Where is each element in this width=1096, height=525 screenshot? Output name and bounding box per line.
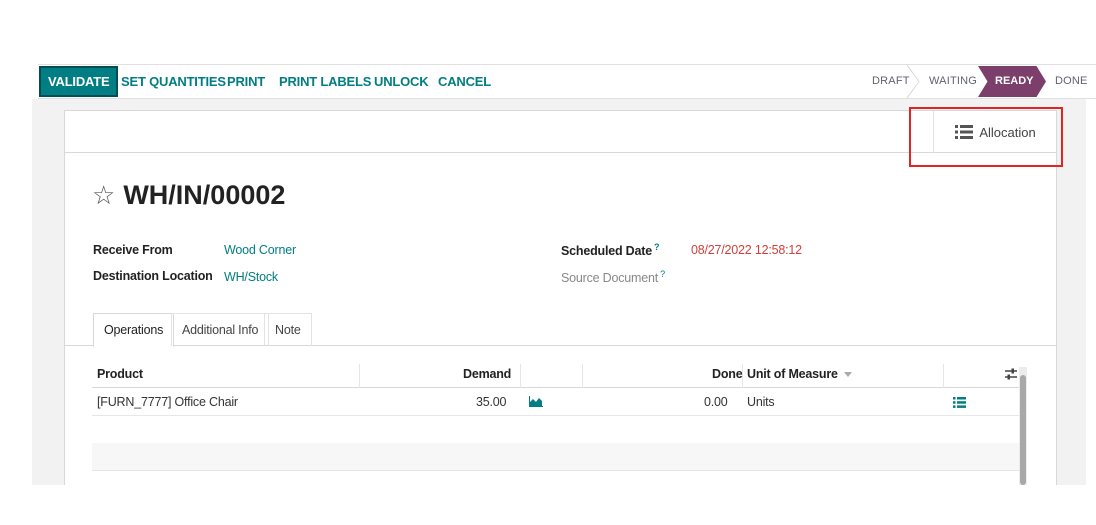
validate-button[interactable]: VALIDATE [39, 66, 119, 97]
source-document-label-text: Source Document [561, 271, 659, 286]
column-product[interactable]: Product [97, 361, 143, 388]
optional-columns-icon[interactable] [1004, 367, 1018, 381]
set-quantities-button[interactable]: SET QUANTITIES [121, 74, 226, 89]
column-uom[interactable]: Unit of Measure [747, 361, 852, 388]
highlight-box [909, 107, 1063, 167]
cell-uom: Units [747, 395, 775, 409]
star-icon[interactable]: ☆ [92, 180, 115, 211]
record-name: WH/IN/00002 [123, 180, 286, 210]
table-row-empty [92, 470, 1027, 498]
print-button[interactable]: PRINT [227, 74, 265, 89]
button-box: Allocation [65, 111, 1056, 153]
receive-from-value[interactable]: Wood Corner [224, 243, 296, 257]
destination-label: Destination Location [93, 269, 213, 283]
table-scrollbar-thumb[interactable] [1020, 375, 1026, 485]
table-row-empty [92, 416, 1027, 444]
scheduled-date-value[interactable]: 08/27/2022 12:58:12 [691, 243, 802, 257]
cell-done: 0.00 [704, 395, 728, 409]
tab-operations[interactable]: Operations [93, 313, 175, 347]
table-row-empty [92, 443, 1027, 471]
table-header: Product Demand Done Unit of Measure [92, 361, 1027, 388]
help-icon[interactable]: ? [654, 242, 660, 252]
scheduled-date-label-text: Scheduled Date [561, 244, 652, 259]
status-ready-label: READY [995, 75, 1034, 87]
forecast-chart-icon[interactable] [529, 396, 543, 407]
column-divider [582, 364, 583, 388]
column-done[interactable]: Done [712, 361, 743, 388]
column-uom-label: Unit of Measure [747, 367, 838, 381]
cell-demand: 35.00 [476, 395, 507, 409]
status-done[interactable]: DONE [1055, 65, 1088, 98]
cancel-button[interactable]: CANCEL [438, 74, 491, 89]
receive-from-label: Receive From [93, 243, 173, 257]
control-panel: VALIDATE SET QUANTITIES PRINT PRINT LABE… [38, 64, 1096, 99]
column-divider [359, 364, 360, 388]
status-separator [906, 65, 920, 98]
cell-product: [FURN_7777] Office Chair [97, 395, 238, 409]
column-divider [742, 364, 743, 388]
record-title: ☆ WH/IN/00002 [92, 180, 285, 211]
tab-note[interactable]: Note [264, 313, 312, 346]
notebook-tabs: Operations Additional Info Note [64, 313, 1057, 347]
column-demand[interactable]: Demand [463, 361, 511, 388]
scheduled-date-label: Scheduled Date? [561, 242, 660, 259]
form-view: VALIDATE SET QUANTITIES PRINT PRINT LABE… [0, 0, 1096, 525]
table-row[interactable]: [FURN_7777] Office Chair 35.00 0.00 Unit… [92, 388, 1027, 416]
unlock-button[interactable]: UNLOCK [374, 74, 429, 89]
column-divider [943, 364, 944, 388]
status-ready[interactable]: READY [978, 66, 1046, 97]
caret-down-icon [843, 372, 852, 377]
status-waiting[interactable]: WAITING [929, 65, 977, 98]
tab-additional-info[interactable]: Additional Info [171, 313, 270, 346]
print-labels-button[interactable]: PRINT LABELS [279, 74, 371, 89]
column-divider [520, 364, 521, 388]
help-icon[interactable]: ? [660, 269, 665, 279]
details-list-icon[interactable] [953, 397, 966, 408]
source-document-label: Source Document? [561, 269, 665, 285]
status-draft[interactable]: DRAFT [872, 65, 910, 98]
destination-value[interactable]: WH/Stock [224, 270, 278, 284]
